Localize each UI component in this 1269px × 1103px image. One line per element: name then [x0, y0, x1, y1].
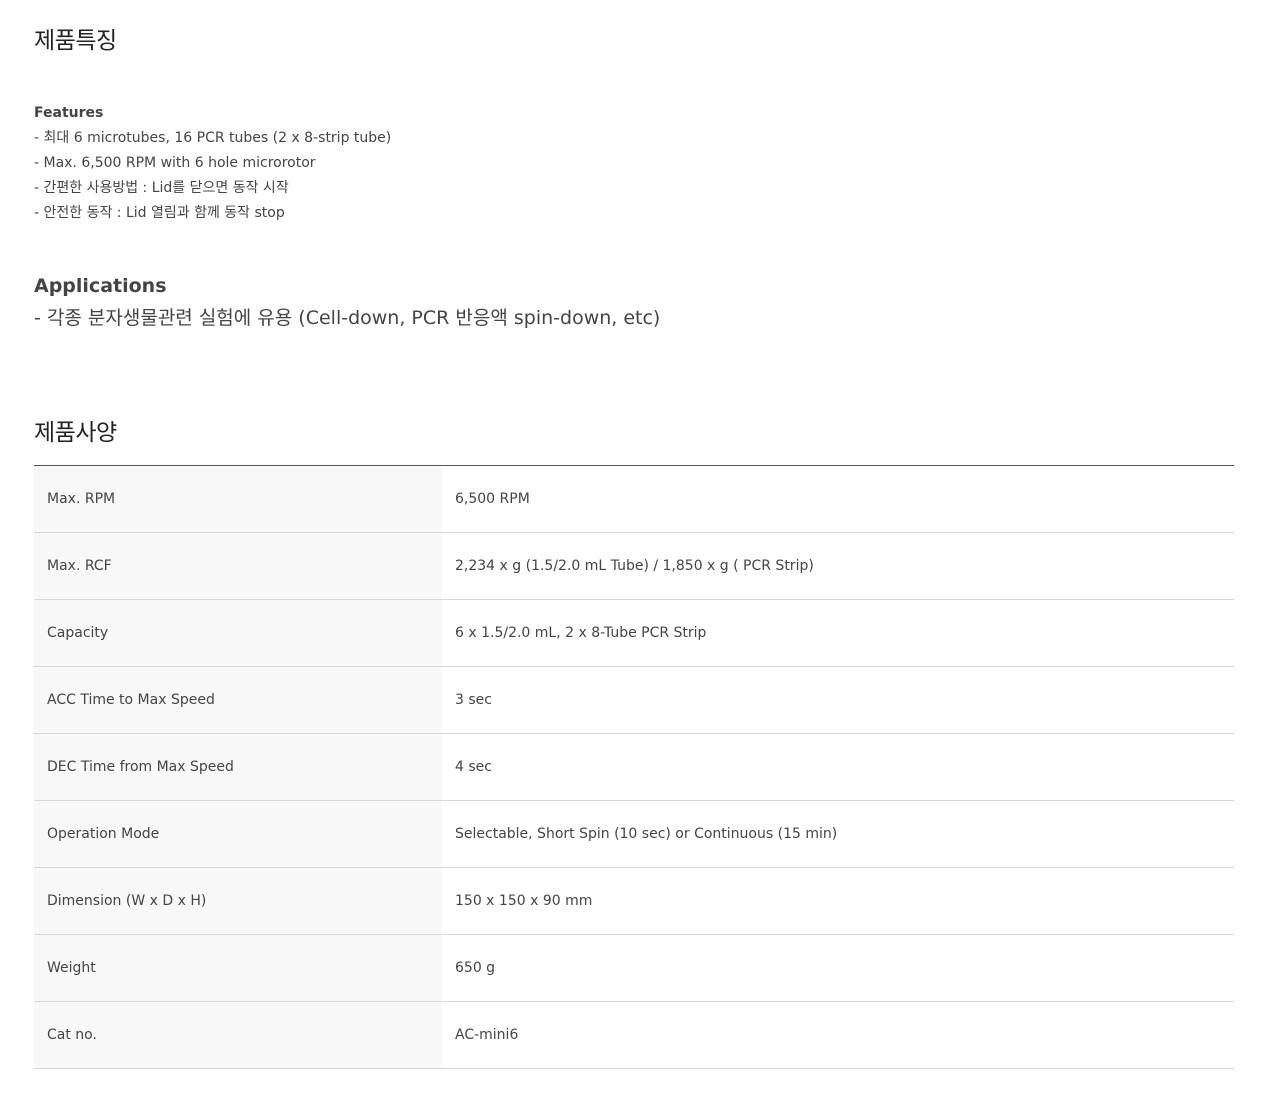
table-row: Max. RCF 2,234 x g (1.5/2.0 mL Tube) / 1… — [34, 532, 1234, 600]
table-row: Max. RPM 6,500 RPM — [34, 465, 1234, 533]
spec-key: Max. RPM — [34, 465, 442, 533]
spec-table: Max. RPM 6,500 RPM Max. RCF 2,234 x g (1… — [34, 465, 1234, 1069]
feature-item: - 간편한 사용방법 : Lid를 닫으면 동작 시작 — [34, 180, 289, 196]
spec-key: Capacity — [34, 599, 442, 667]
table-row: Operation Mode Selectable, Short Spin (1… — [34, 800, 1234, 868]
spec-value: 650 g — [455, 960, 496, 976]
applications-text: - 각종 분자생물관련 실험에 유용 (Cell-down, PCR 반응액 s… — [34, 307, 661, 329]
table-row: ACC Time to Max Speed 3 sec — [34, 666, 1234, 734]
applications-heading: Applications — [34, 275, 167, 297]
spec-key: Dimension (W x D x H) — [34, 867, 442, 935]
features-section-title: 제품특징 — [34, 28, 117, 54]
feature-item: - 안전한 동작 : Lid 열림과 함께 동작 stop — [34, 205, 285, 221]
features-heading: Features — [34, 105, 104, 121]
features-block: Features - 최대 6 microtubes, 16 PCR tubes… — [34, 101, 391, 226]
spec-value: 6,500 RPM — [455, 491, 530, 507]
feature-item: - Max. 6,500 RPM with 6 hole microrotor — [34, 155, 316, 171]
spec-value: 3 sec — [455, 692, 492, 708]
spec-value: AC-mini6 — [455, 1027, 519, 1043]
applications-block: Applications - 각종 분자생물관련 실험에 유용 (Cell-do… — [34, 272, 660, 334]
specs-section-title: 제품사양 — [34, 420, 117, 446]
spec-key: Max. RCF — [34, 532, 442, 600]
spec-value: 6 x 1.5/2.0 mL, 2 x 8-Tube PCR Strip — [455, 625, 707, 641]
spec-key: ACC Time to Max Speed — [34, 666, 442, 734]
table-row: Dimension (W x D x H) 150 x 150 x 90 mm — [34, 867, 1234, 935]
table-row: DEC Time from Max Speed 4 sec — [34, 733, 1234, 801]
table-row: Cat no. AC-mini6 — [34, 1001, 1234, 1069]
spec-value: Selectable, Short Spin (10 sec) or Conti… — [455, 826, 838, 842]
spec-key: Operation Mode — [34, 800, 442, 868]
table-row: Weight 650 g — [34, 934, 1234, 1002]
table-row: Capacity 6 x 1.5/2.0 mL, 2 x 8-Tube PCR … — [34, 599, 1234, 667]
feature-item: - 최대 6 microtubes, 16 PCR tubes (2 x 8-s… — [34, 130, 392, 146]
spec-key: DEC Time from Max Speed — [34, 733, 442, 801]
spec-key: Cat no. — [34, 1001, 442, 1069]
spec-key: Weight — [34, 934, 442, 1002]
spec-value: 2,234 x g (1.5/2.0 mL Tube) / 1,850 x g … — [455, 558, 814, 574]
spec-value: 4 sec — [455, 759, 492, 775]
spec-value: 150 x 150 x 90 mm — [455, 893, 593, 909]
